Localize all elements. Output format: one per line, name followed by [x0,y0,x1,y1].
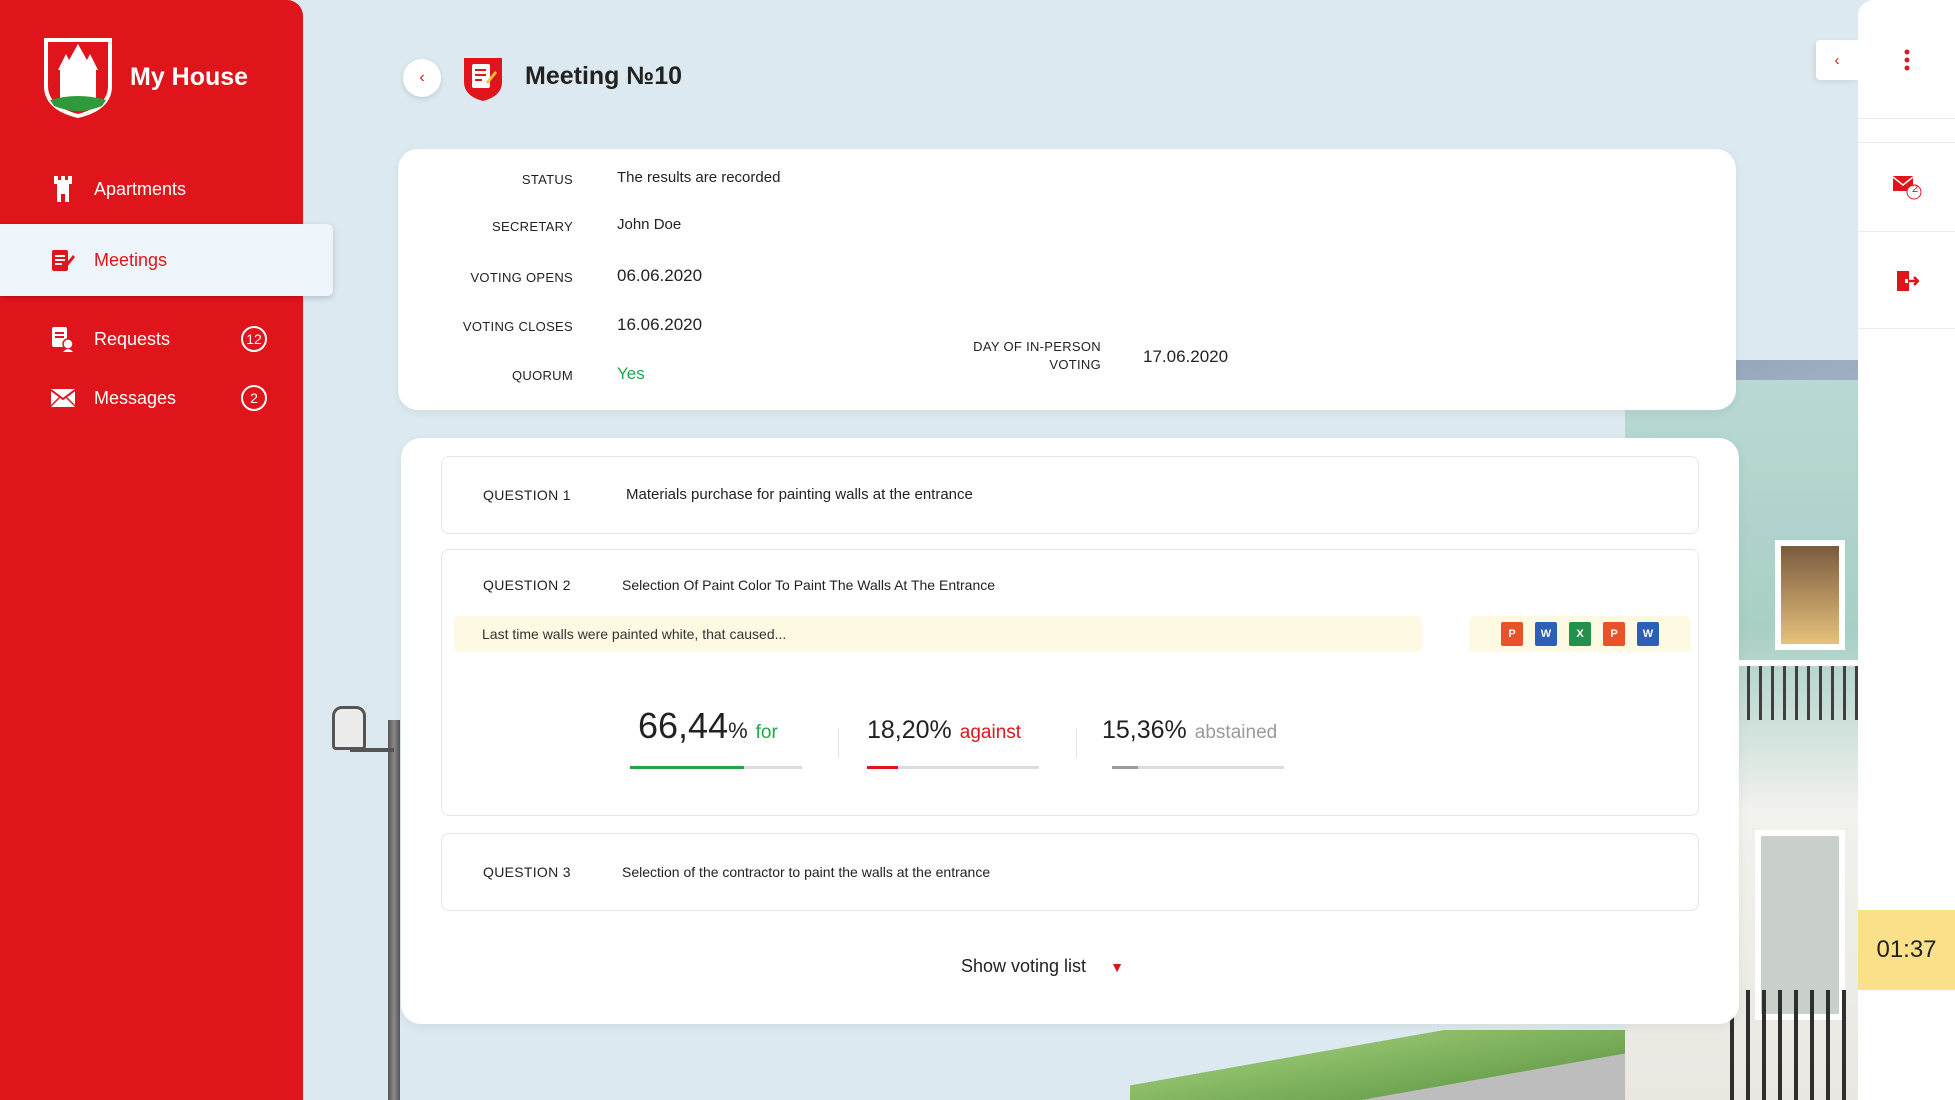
street-lamp-head [332,706,366,750]
rail-divider [1858,328,1955,329]
question-item[interactable]: QUESTION 1 Materials purchase for painti… [441,456,1699,534]
status-value: The results are recorded [617,169,781,186]
word-file-icon[interactable]: W [1535,622,1557,646]
question-item[interactable]: QUESTION 3 Selection of the contractor t… [441,833,1699,911]
question-label: QUESTION 3 [483,864,571,880]
rail-divider [1858,142,1955,143]
result-divider [1076,728,1077,758]
in-person-voting-label-line1: DAY OF IN-PERSON [973,339,1101,354]
result-against-bar-fill [867,766,899,769]
result-for-label: for [755,722,778,743]
voting-opens-label: VOTING OPENS [470,270,573,285]
question-text: Selection Of Paint Color To Paint The Wa… [622,577,996,593]
sidebar-item-label: Meetings [94,249,168,270]
question-label: QUESTION 2 [483,577,571,593]
mail-notification-icon[interactable]: 2 [1892,172,1922,202]
messages-count-badge: 2 [241,385,267,411]
sidebar-item-label: Apartments [94,178,187,199]
result-abstained-bar-fill [1112,766,1139,769]
result-for-unit: % [728,718,748,743]
meeting-info-card: STATUS The results are recorded SECRETAR… [398,149,1736,410]
envelope-icon [50,385,76,411]
question-note[interactable]: Last time walls were painted white, that… [454,616,1422,652]
result-abstained: 15,36% abstained [1102,716,1277,745]
voting-closes-label: VOTING CLOSES [462,319,573,334]
result-against-value: 18,20% [867,716,952,744]
result-against: 18,20% against [867,716,1021,745]
house-window [1775,540,1845,650]
page-title: Meeting №10 [525,62,683,90]
chevron-left-icon: ‹ [1834,51,1840,69]
show-voting-list-label: Show voting list [961,956,1087,976]
sidebar-item-apartments[interactable]: Apartments [0,160,303,218]
powerpoint-file-icon[interactable]: P [1603,622,1625,646]
requests-count-badge: 12 [241,326,267,352]
word-file-icon[interactable]: W [1637,622,1659,646]
session-timer-value: 01:37 [1876,936,1937,963]
quorum-value: Yes [617,364,645,383]
result-for-bar-fill [630,766,745,769]
app-name: My House [130,62,249,91]
excel-file-icon[interactable]: X [1569,622,1591,646]
result-abstained-label: abstained [1194,722,1278,743]
rail-divider [1858,118,1955,119]
sidebar: My House Apartments Meetings Requests 12… [0,0,333,1100]
result-abstained-value: 15,36% [1102,716,1187,744]
brand[interactable]: My House [40,34,248,120]
result-divider [838,728,839,758]
voting-closes-value: 16.06.2020 [617,315,703,334]
chevron-down-icon: ▼ [1110,958,1124,975]
sidebar-item-meetings[interactable]: Meetings [0,224,333,296]
result-against-label: against [959,722,1022,743]
result-for-value: 66,44 [638,705,729,746]
logout-icon[interactable] [1892,266,1922,296]
question-item-expanded[interactable]: QUESTION 2 Selection Of Paint Color To P… [441,549,1699,816]
in-person-voting-value: 17.06.2020 [1143,347,1229,366]
sidebar-item-label: Messages [94,387,177,408]
rail-divider [1858,231,1955,232]
question-text: Selection of the contractor to paint the… [622,864,991,880]
meeting-doc-icon [50,247,76,273]
meeting-shield-icon [464,58,502,101]
in-person-voting-label-line2: VOTING [1049,357,1101,372]
street-lamp-post [388,720,400,1100]
session-timer: 01:37 [1858,910,1955,990]
sidebar-item-requests[interactable]: Requests 12 [0,310,303,368]
result-for-bar [630,766,802,769]
result-for: 66,44% for [638,705,778,747]
show-voting-list-button[interactable]: Show voting list ▼ [961,956,1124,977]
collapse-panel-button[interactable]: ‹ [1816,40,1858,80]
quorum-label: QUORUM [511,368,573,383]
voting-opens-value: 06.06.2020 [617,266,703,285]
question-note-text: Last time walls were painted white, that… [482,626,787,642]
status-label: STATUS [521,172,573,187]
sidebar-item-label: Requests [94,328,171,349]
chevron-left-icon: ‹ [419,69,425,86]
tower-icon [50,176,76,202]
secretary-value: John Doe [617,216,682,233]
more-vertical-icon[interactable] [1892,45,1922,75]
question-text: Materials purchase for painting walls at… [626,486,973,503]
powerpoint-file-icon[interactable]: P [1501,622,1523,646]
request-doc-icon [50,326,76,352]
sidebar-item-messages[interactable]: Messages 2 [0,369,303,427]
castle-logo-icon [44,38,112,118]
back-button[interactable]: ‹ [403,59,441,97]
fence [1730,990,1870,1100]
result-against-bar [867,766,1039,769]
mail-count-badge: 2 [1912,183,1919,195]
questions-card: QUESTION 1 Materials purchase for painti… [401,438,1739,1024]
result-abstained-bar [1112,766,1284,769]
attachments: P W X P W [1469,616,1691,652]
question-label: QUESTION 1 [483,487,571,503]
secretary-label: SECRETARY [492,219,573,234]
